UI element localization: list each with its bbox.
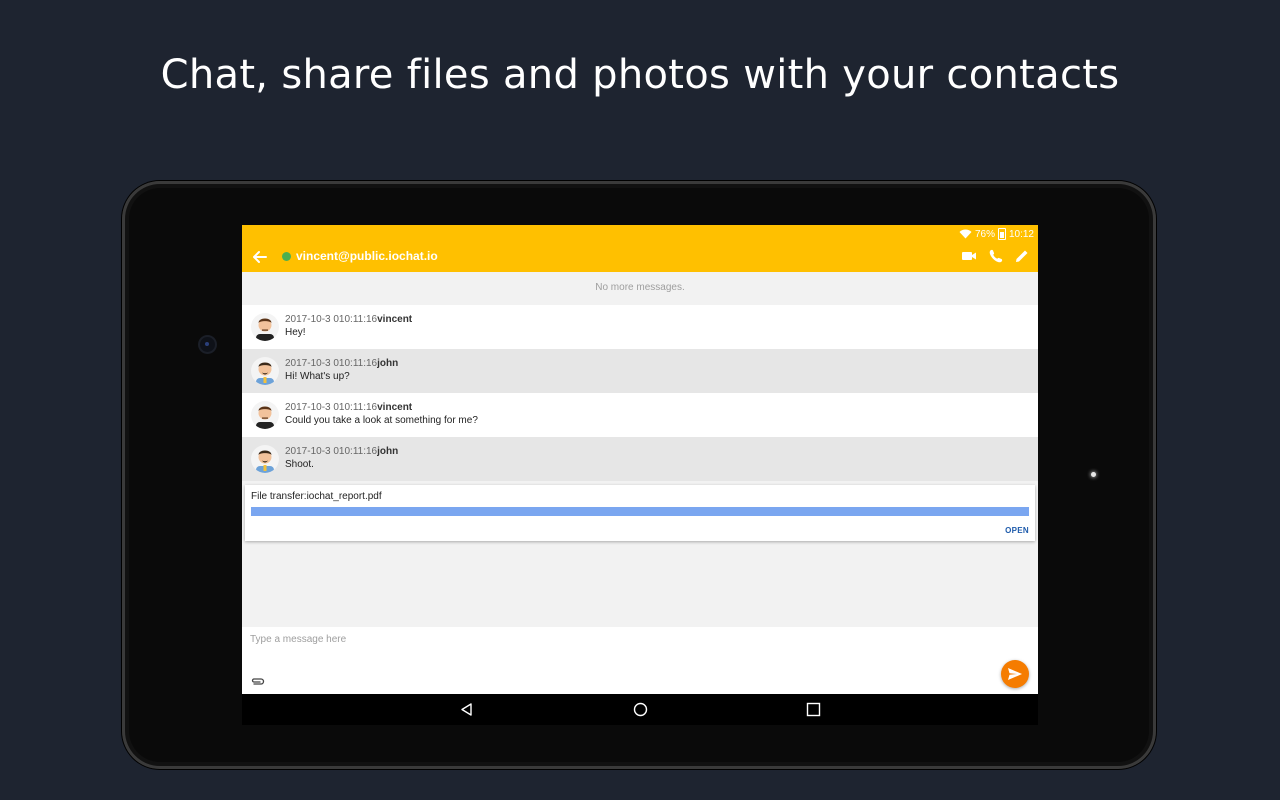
clock: 10:12 — [1008, 228, 1034, 240]
no-more-messages: No more messages. — [242, 272, 1038, 304]
message-meta: 2017-10-3 010:11:16vincent — [285, 314, 412, 325]
avatar-vincent — [251, 401, 279, 429]
file-transfer-card: File transfer:iochat_report.pdf OPEN — [245, 485, 1035, 541]
avatar-john — [251, 357, 279, 385]
avatar-icon — [256, 450, 274, 473]
battery-percent: 76% — [974, 228, 995, 240]
avatar-icon — [256, 406, 274, 429]
message-row: 2017-10-3 010:11:16vincent Could you tak… — [242, 393, 1038, 437]
message-row: 2017-10-3 010:11:16vincent Hey! — [242, 305, 1038, 349]
file-transfer-progress — [251, 507, 1029, 516]
message-meta: 2017-10-3 010:11:16john — [285, 358, 398, 369]
message-row: 2017-10-3 010:11:16john Hi! What's up? — [242, 349, 1038, 393]
front-camera — [200, 337, 215, 352]
message-text: Shoot. — [285, 459, 314, 470]
wifi-icon — [959, 229, 972, 239]
nav-home-icon[interactable] — [633, 702, 648, 717]
paperclip-icon[interactable] — [250, 675, 266, 687]
back-arrow-icon[interactable] — [250, 247, 270, 267]
android-nav-bar — [242, 694, 1038, 725]
message-text: Hi! What's up? — [285, 371, 350, 382]
message-author: john — [377, 446, 399, 457]
file-transfer-label: File transfer:iochat_report.pdf — [251, 491, 382, 502]
edit-icon[interactable] — [1013, 247, 1031, 265]
message-author: john — [377, 358, 399, 369]
message-timestamp: 2017-10-3 010:11:16 — [285, 446, 378, 457]
open-file-button[interactable]: OPEN — [1005, 526, 1029, 535]
status-bar: 76% 10:12 — [959, 227, 1034, 241]
message-author: vincent — [377, 402, 413, 413]
nav-back-icon[interactable] — [459, 702, 474, 717]
progress-fill — [251, 507, 1029, 516]
message-author: vincent — [377, 314, 413, 325]
message-composer — [242, 627, 1038, 694]
message-text: Hey! — [285, 327, 306, 338]
app-bar: 76% 10:12 vincent@public.iochat.io — [242, 225, 1038, 272]
message-row: 2017-10-3 010:11:16john Shoot. — [242, 437, 1038, 481]
nav-recents-icon[interactable] — [806, 702, 821, 717]
message-input[interactable] — [250, 631, 950, 647]
video-call-icon[interactable] — [960, 247, 978, 265]
avatar-icon — [256, 362, 274, 385]
app-screen: 76% 10:12 vincent@public.iochat.io No mo… — [242, 225, 1038, 725]
message-timestamp: 2017-10-3 010:11:16 — [285, 358, 378, 369]
phone-icon[interactable] — [987, 247, 1005, 265]
presence-indicator — [282, 252, 291, 261]
message-meta: 2017-10-3 010:11:16vincent — [285, 402, 412, 413]
avatar-john — [251, 445, 279, 473]
avatar-vincent — [251, 313, 279, 341]
send-button[interactable] — [1001, 660, 1029, 688]
send-icon — [1008, 668, 1022, 680]
message-timestamp: 2017-10-3 010:11:16 — [285, 314, 378, 325]
contact-title[interactable]: vincent@public.iochat.io — [296, 249, 438, 263]
light-sensor — [1091, 472, 1096, 477]
headline: Chat, share files and photos with your c… — [160, 52, 1120, 98]
message-meta: 2017-10-3 010:11:16john — [285, 446, 398, 457]
message-timestamp: 2017-10-3 010:11:16 — [285, 402, 378, 413]
avatar-icon — [256, 318, 274, 341]
battery-icon — [997, 228, 1006, 240]
message-text: Could you take a look at something for m… — [285, 415, 478, 426]
